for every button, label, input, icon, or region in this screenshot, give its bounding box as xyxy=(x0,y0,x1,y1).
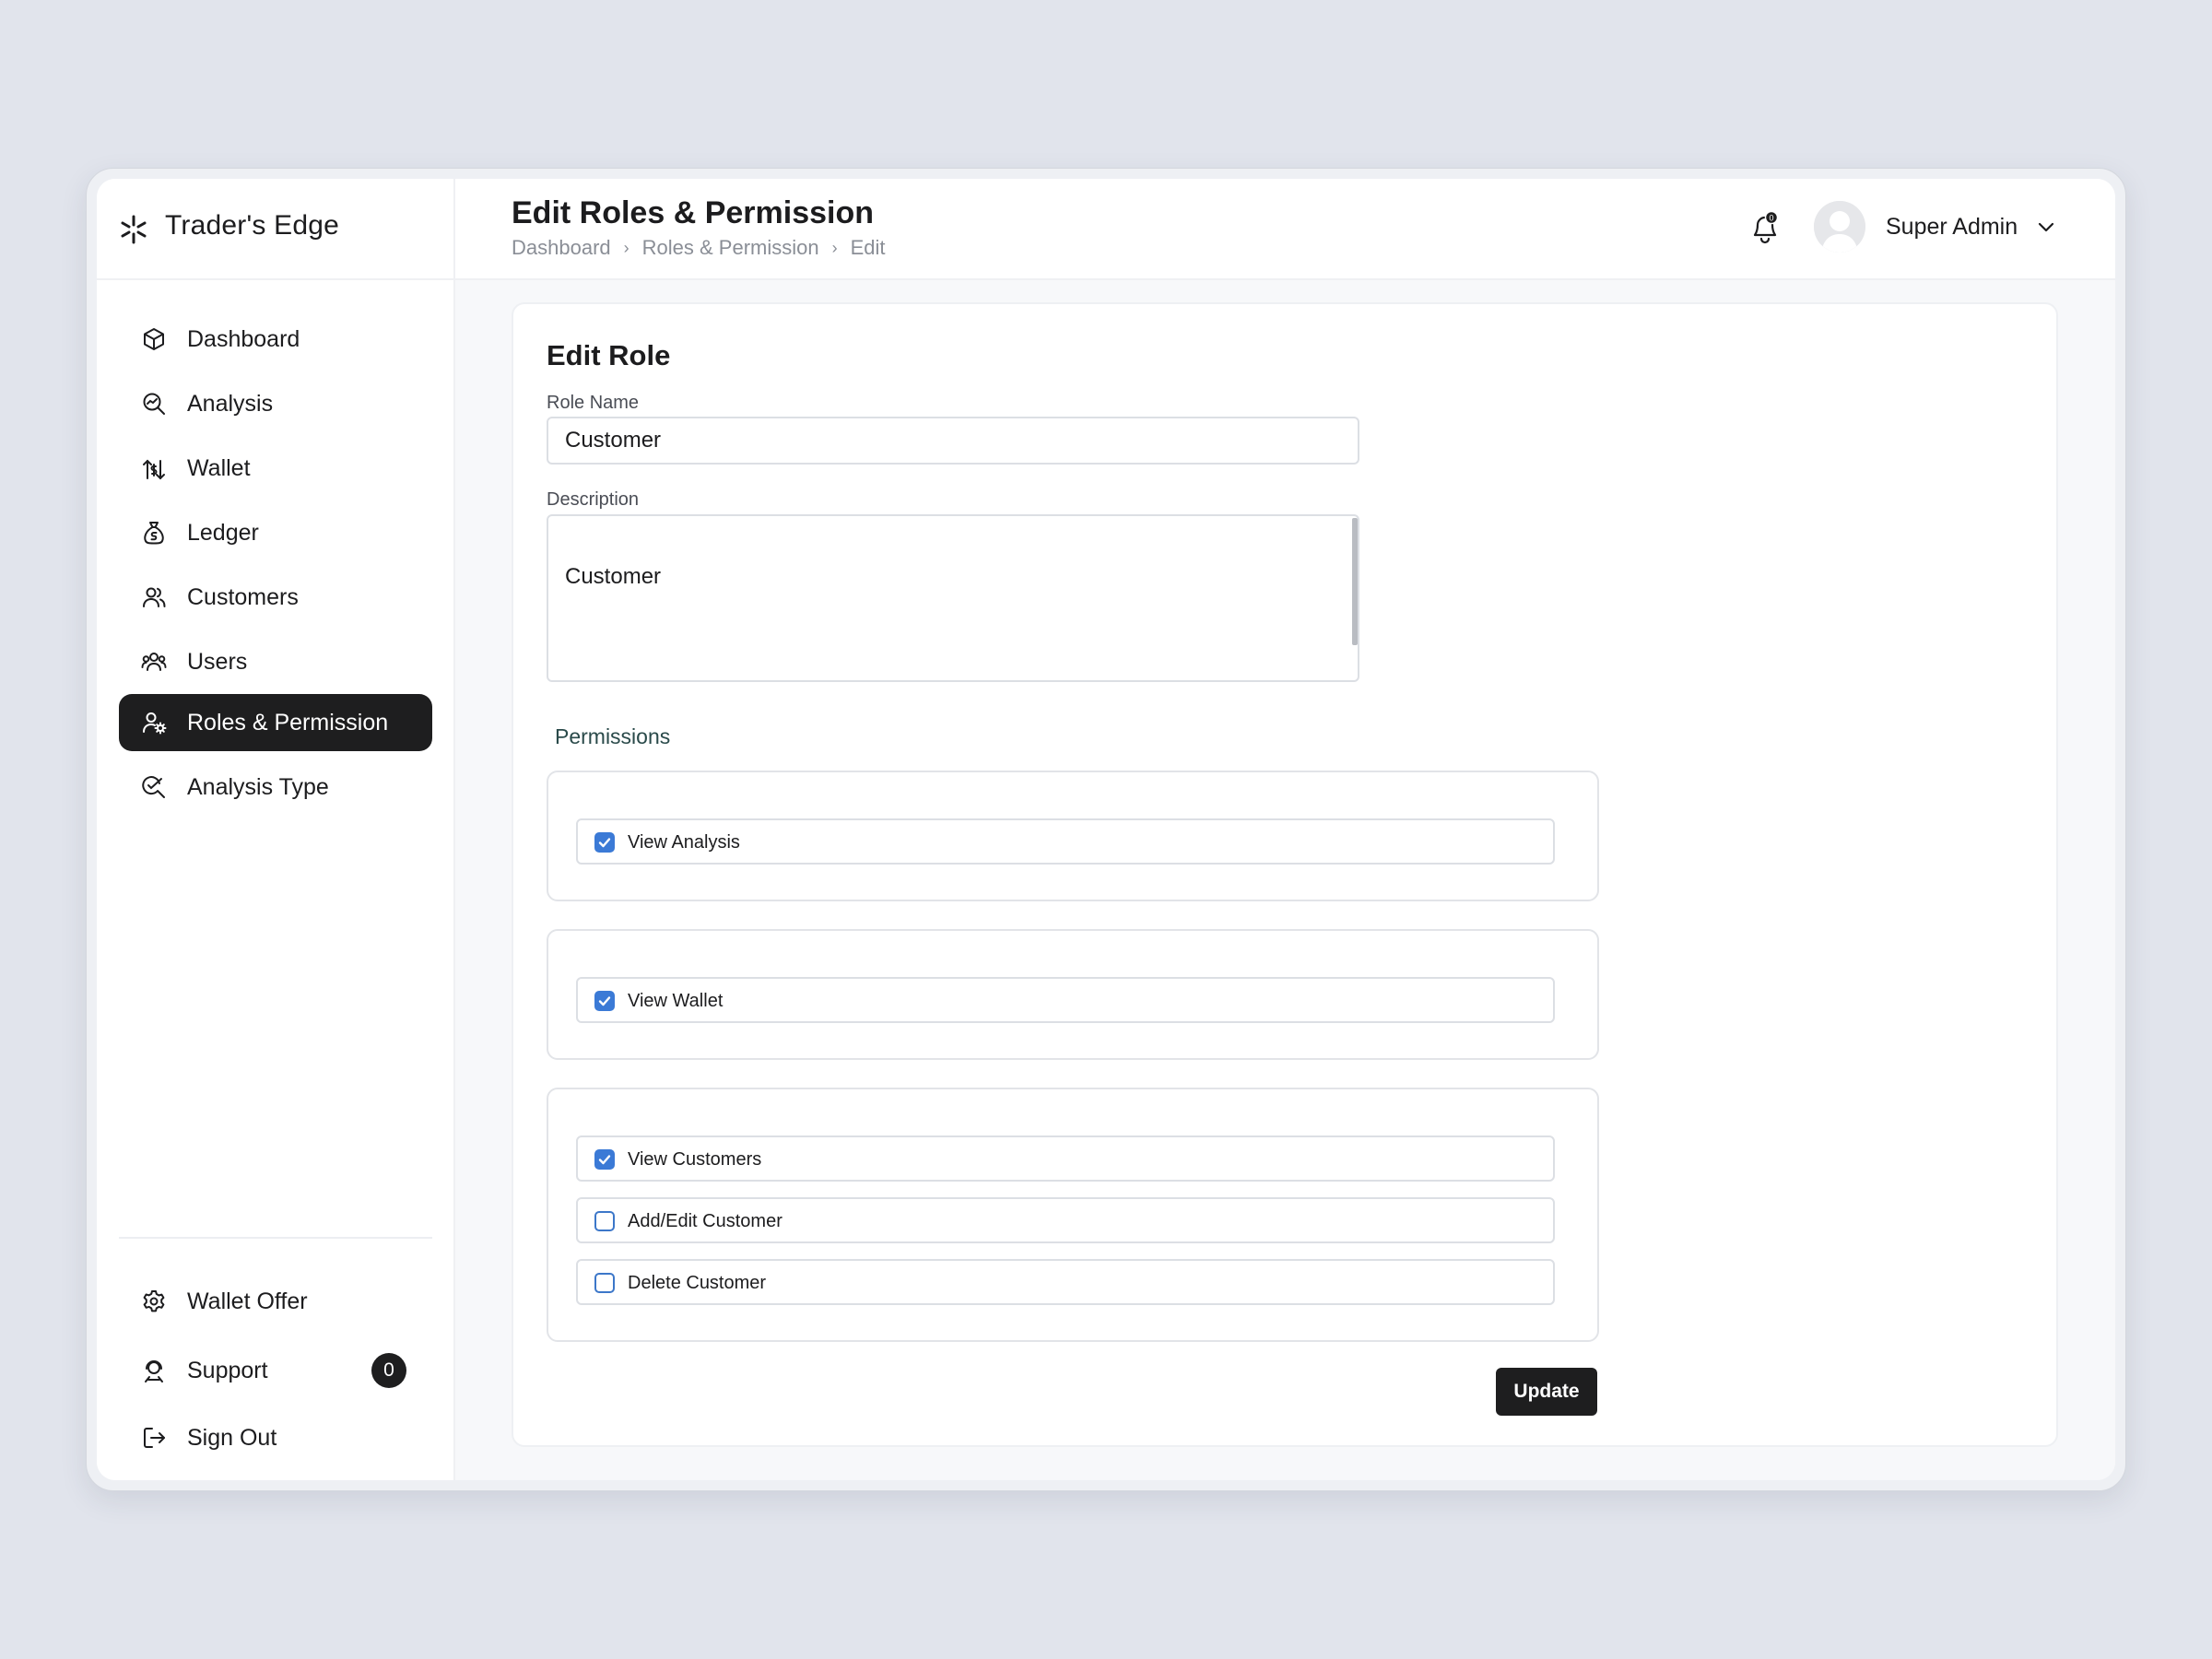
sidebar-item-users[interactable]: Users xyxy=(119,633,432,690)
breadcrumb: Dashboard › Roles & Permission › Edit xyxy=(512,236,886,260)
support-icon xyxy=(141,1358,167,1383)
page-title: Edit Roles & Permission xyxy=(512,195,874,230)
description-label: Description xyxy=(547,489,640,510)
breadcrumb-roles-permission[interactable]: Roles & Permission xyxy=(642,236,819,260)
permissions-heading: Permissions xyxy=(555,724,671,748)
permission-label: View Analysis xyxy=(628,832,740,853)
money-bag-icon xyxy=(141,520,167,546)
permission-view-customers[interactable]: View Customers xyxy=(576,1135,1555,1182)
sidebar-divider xyxy=(119,1237,432,1239)
support-count-badge: 0 xyxy=(371,1353,406,1388)
users-group-icon xyxy=(141,649,167,675)
checkbox-checked[interactable] xyxy=(594,991,615,1011)
app-window: Trader's Edge Dashboard Analysis Wallet … xyxy=(97,179,2115,1480)
checkbox-unchecked[interactable] xyxy=(594,1273,615,1293)
permission-group: View Wallet xyxy=(547,929,1599,1060)
permission-delete-customer[interactable]: Delete Customer xyxy=(576,1259,1555,1305)
role-name-label: Role Name xyxy=(547,393,640,413)
sidebar-item-label: Sign Out xyxy=(187,1425,277,1451)
brand[interactable]: Trader's Edge xyxy=(97,179,455,280)
sidebar-item-analysis-type[interactable]: Analysis Type xyxy=(119,759,432,816)
permission-view-wallet[interactable]: View Wallet xyxy=(576,977,1555,1023)
chevron-right-icon: › xyxy=(623,238,629,257)
permission-label: Add/Edit Customer xyxy=(628,1211,782,1231)
sidebar-item-roles-permission[interactable]: Roles & Permission xyxy=(119,694,432,751)
card-title: Edit Role xyxy=(547,339,671,371)
update-button[interactable]: Update xyxy=(1496,1368,1597,1416)
cube-icon xyxy=(141,326,167,352)
breadcrumb-edit: Edit xyxy=(850,236,886,259)
notification-bell-icon[interactable]: 0 xyxy=(1747,207,1783,248)
search-check-icon xyxy=(141,774,167,800)
permission-add-edit-customer[interactable]: Add/Edit Customer xyxy=(576,1197,1555,1243)
user-name[interactable]: Super Admin xyxy=(1886,214,2018,241)
notification-count: 0 xyxy=(1769,214,1773,223)
permission-group: View Customers Add/Edit Customer Delete … xyxy=(547,1088,1599,1342)
sidebar-item-dashboard[interactable]: Dashboard xyxy=(119,311,432,368)
chevron-down-icon[interactable] xyxy=(2035,216,2057,238)
permission-label: View Customers xyxy=(628,1149,762,1170)
chevron-right-icon: › xyxy=(831,238,838,257)
edit-role-card: Edit Role Role Name Description Customer… xyxy=(512,302,2058,1447)
main-content: Edit Role Role Name Description Customer… xyxy=(455,280,2115,1480)
sparkle-icon xyxy=(117,213,150,246)
sidebar-item-label: Dashboard xyxy=(187,326,300,352)
sidebar-item-label: Analysis Type xyxy=(187,774,329,800)
avatar[interactable] xyxy=(1814,201,1865,253)
permission-group: View Analysis xyxy=(547,771,1599,901)
customers-icon xyxy=(141,584,167,610)
sidebar-item-customers[interactable]: Customers xyxy=(119,569,432,626)
description-textarea[interactable]: Customer xyxy=(547,514,1359,682)
sidebar-item-wallet[interactable]: Wallet xyxy=(119,440,432,497)
gear-icon xyxy=(141,1288,167,1314)
sidebar-item-label: Ledger xyxy=(187,520,259,546)
sidebar-item-label: Analysis xyxy=(187,391,274,417)
checkbox-checked[interactable] xyxy=(594,832,615,853)
breadcrumb-dashboard[interactable]: Dashboard xyxy=(512,236,611,260)
sidebar-item-label: Wallet Offer xyxy=(187,1288,308,1314)
permission-label: View Wallet xyxy=(628,991,724,1011)
brand-name: Trader's Edge xyxy=(165,210,339,241)
wallet-transfer-icon xyxy=(141,455,167,481)
role-name-input[interactable] xyxy=(547,417,1359,465)
checkbox-checked[interactable] xyxy=(594,1149,615,1170)
top-header: Edit Roles & Permission Dashboard › Role… xyxy=(455,179,2115,280)
sidebar-item-support[interactable]: Support 0 xyxy=(119,1342,432,1399)
sidebar-item-label: Customers xyxy=(187,584,299,610)
sidebar-item-label: Support xyxy=(187,1358,268,1383)
sign-out-icon xyxy=(141,1425,167,1451)
sidebar: Trader's Edge Dashboard Analysis Wallet … xyxy=(97,179,455,1480)
permission-label: Delete Customer xyxy=(628,1273,767,1293)
checkbox-unchecked[interactable] xyxy=(594,1211,615,1231)
user-gear-icon xyxy=(141,710,167,735)
sidebar-item-label: Roles & Permission xyxy=(187,710,389,735)
textarea-scrollbar[interactable] xyxy=(1352,518,1358,645)
sidebar-item-wallet-offer[interactable]: Wallet Offer xyxy=(119,1273,432,1330)
sidebar-item-label: Wallet xyxy=(187,455,251,481)
sidebar-item-ledger[interactable]: Ledger xyxy=(119,504,432,561)
magnify-chart-icon xyxy=(141,391,167,417)
permission-view-analysis[interactable]: View Analysis xyxy=(576,818,1555,865)
sidebar-item-analysis[interactable]: Analysis xyxy=(119,375,432,432)
sidebar-item-label: Users xyxy=(187,649,248,675)
sidebar-item-sign-out[interactable]: Sign Out xyxy=(119,1409,432,1466)
